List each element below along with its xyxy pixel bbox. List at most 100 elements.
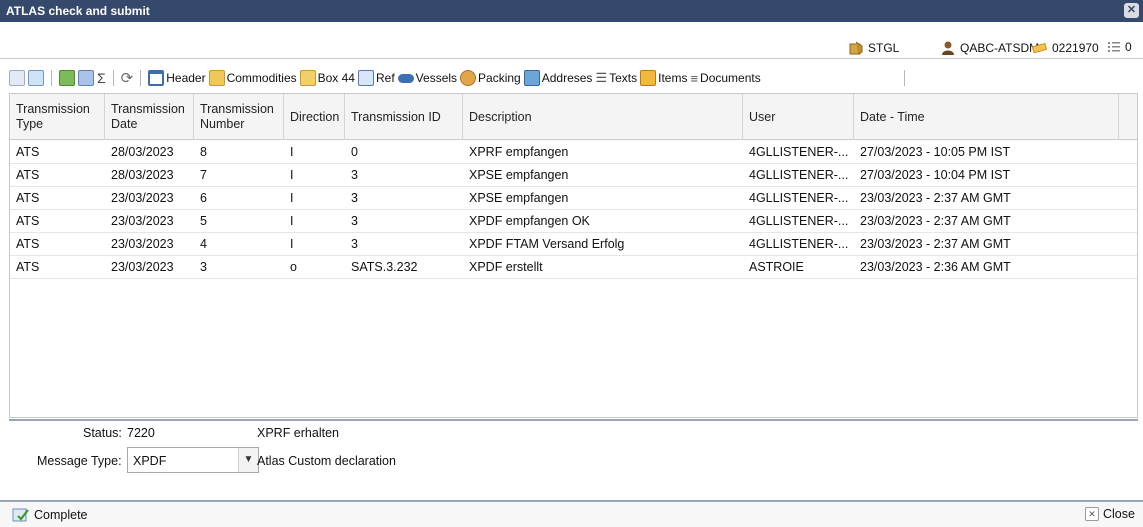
header-button-label: Header (166, 71, 206, 85)
list-count: 0 (1125, 40, 1132, 54)
list-count-indicator: 0 (1107, 40, 1132, 54)
cell-datetime: 27/03/2023 - 10:05 PM IST (860, 145, 1011, 159)
column-header-date[interactable]: Transmission Date (105, 94, 194, 140)
cell-date: 23/03/2023 (111, 214, 174, 228)
status-text: XPRF erhalten (257, 426, 339, 440)
cell-user: 4GLLISTENER-... (749, 191, 849, 205)
cell-number: 6 (200, 191, 207, 205)
documents-button[interactable]: ≡ Documents (690, 68, 760, 88)
table-row[interactable]: ATS 23/03/2023 6 I 3 XPSE empfangen 4GLL… (10, 187, 1137, 210)
table-row[interactable]: ATS 23/03/2023 5 I 3 XPDF empfangen OK 4… (10, 210, 1137, 233)
car-icon (397, 73, 414, 83)
chevron-down-icon[interactable]: ▼ (238, 448, 258, 472)
message-type-value: XPDF (133, 454, 167, 468)
location-indicator: STGL (848, 40, 899, 56)
toolbar-separator (112, 70, 114, 86)
items-icon (640, 70, 657, 86)
cell-user: 4GLLISTENER-... (749, 237, 849, 251)
info-bar: STGL QABC-ATSDM 0221970 0 (0, 35, 1143, 59)
column-header-id[interactable]: Transmission ID (345, 94, 463, 140)
addresses-button[interactable]: Addreses (523, 68, 593, 88)
ref-button[interactable]: Ref (357, 68, 395, 88)
vessels-button[interactable]: Vessels (397, 68, 457, 88)
box44-button[interactable]: Box 44 (299, 68, 355, 88)
transmission-table: Transmission Type Transmission Date Tran… (9, 93, 1138, 418)
texts-button[interactable]: ☰ Texts (595, 68, 637, 88)
cell-description: XPDF empfangen OK (469, 214, 590, 228)
cell-description: XPSE empfangen (469, 168, 569, 182)
window-title-bar: ATLAS check and submit ✕ (0, 0, 1143, 22)
column-header-direction[interactable]: Direction (284, 94, 345, 140)
sum-button[interactable]: Σ (97, 68, 106, 88)
packing-icon (460, 70, 477, 86)
cell-type: ATS (16, 237, 40, 251)
addresses-button-label: Addreses (541, 71, 593, 85)
message-type-description: Atlas Custom declaration (257, 454, 396, 468)
window-close-icon[interactable]: ✕ (1124, 3, 1139, 18)
cell-number: 4 (200, 237, 207, 251)
document-icon (9, 70, 25, 86)
toolbar-separator (51, 70, 52, 86)
header-button[interactable]: Header (148, 68, 206, 88)
cell-datetime: 23/03/2023 - 2:37 AM GMT (860, 214, 1011, 228)
cell-direction: I (290, 168, 294, 182)
status-panel: Status: 7220 XPRF erhalten Message Type:… (9, 419, 1138, 499)
table-header: Transmission Type Transmission Date Tran… (10, 94, 1137, 140)
cell-description: XPDF erstellt (469, 260, 543, 274)
column-header-number[interactable]: Transmission Number (194, 94, 284, 140)
close-icon: ✕ (1085, 507, 1099, 521)
user-icon (942, 41, 954, 55)
column-header-datetime[interactable]: Date - Time (854, 94, 1119, 140)
status-label: Status: (83, 426, 122, 440)
box-icon (208, 70, 225, 86)
ref-button-label: Ref (375, 71, 395, 85)
table-row[interactable]: ATS 28/03/2023 8 I 0 XPRF empfangen 4GLL… (10, 141, 1137, 164)
new-document-button[interactable] (9, 68, 25, 88)
message-type-label: Message Type: (37, 454, 122, 468)
table-row[interactable]: ATS 28/03/2023 7 I 3 XPSE empfangen 4GLL… (10, 164, 1137, 187)
table-row[interactable]: ATS 23/03/2023 4 I 3 XPDF FTAM Versand E… (10, 233, 1137, 256)
cell-datetime: 23/03/2023 - 2:37 AM GMT (860, 237, 1011, 251)
cell-direction: I (290, 145, 294, 159)
close-button[interactable]: ✕ Close (1085, 507, 1135, 521)
location-code: STGL (868, 41, 900, 55)
cell-id: 3 (351, 191, 358, 205)
column-header-type[interactable]: Transmission Type (10, 94, 105, 140)
column-header-user[interactable]: User (743, 94, 854, 140)
box44-button-label: Box 44 (317, 71, 355, 85)
cell-description: XPRF empfangen (469, 145, 569, 159)
cell-type: ATS (16, 191, 40, 205)
lines-icon: ≡ (690, 70, 699, 86)
packing-button-label: Packing (478, 71, 521, 85)
cell-user: ASTROIE (749, 260, 804, 274)
column-header-description[interactable]: Description (463, 94, 743, 140)
cell-direction: I (290, 191, 294, 205)
window-title: ATLAS check and submit (6, 4, 150, 18)
refresh-button[interactable]: ⟳ (121, 68, 134, 88)
items-button[interactable]: Items (640, 68, 687, 88)
cell-id: SATS.3.232 (351, 260, 418, 274)
calculator-icon (78, 70, 94, 86)
send-mail-button[interactable] (28, 68, 44, 88)
window-icon (148, 70, 165, 86)
calculator-button[interactable] (78, 68, 94, 88)
commodities-button-label: Commodities (226, 71, 297, 85)
complete-button-label: Complete (34, 508, 88, 522)
status-code: 7220 (127, 426, 155, 440)
user-name: QABC-ATSDM (960, 41, 1040, 55)
message-type-select[interactable]: XPDF ▼ (127, 447, 259, 473)
reference-indicator: 0221970 (1032, 40, 1099, 56)
cell-number: 7 (200, 168, 207, 182)
pencil-icon (1032, 42, 1048, 54)
table-row[interactable]: ATS 23/03/2023 3 o SATS.3.232 XPDF erste… (10, 256, 1137, 279)
commodities-button[interactable]: Commodities (208, 68, 297, 88)
export-button[interactable] (59, 68, 75, 88)
cell-type: ATS (16, 260, 40, 274)
sum-icon: Σ (97, 70, 106, 86)
cell-id: 3 (351, 214, 358, 228)
packing-button[interactable]: Packing (460, 68, 521, 88)
cell-date: 23/03/2023 (111, 237, 174, 251)
cell-direction: o (290, 260, 297, 274)
complete-button[interactable]: Complete (12, 507, 88, 523)
cell-date: 23/03/2023 (111, 191, 174, 205)
